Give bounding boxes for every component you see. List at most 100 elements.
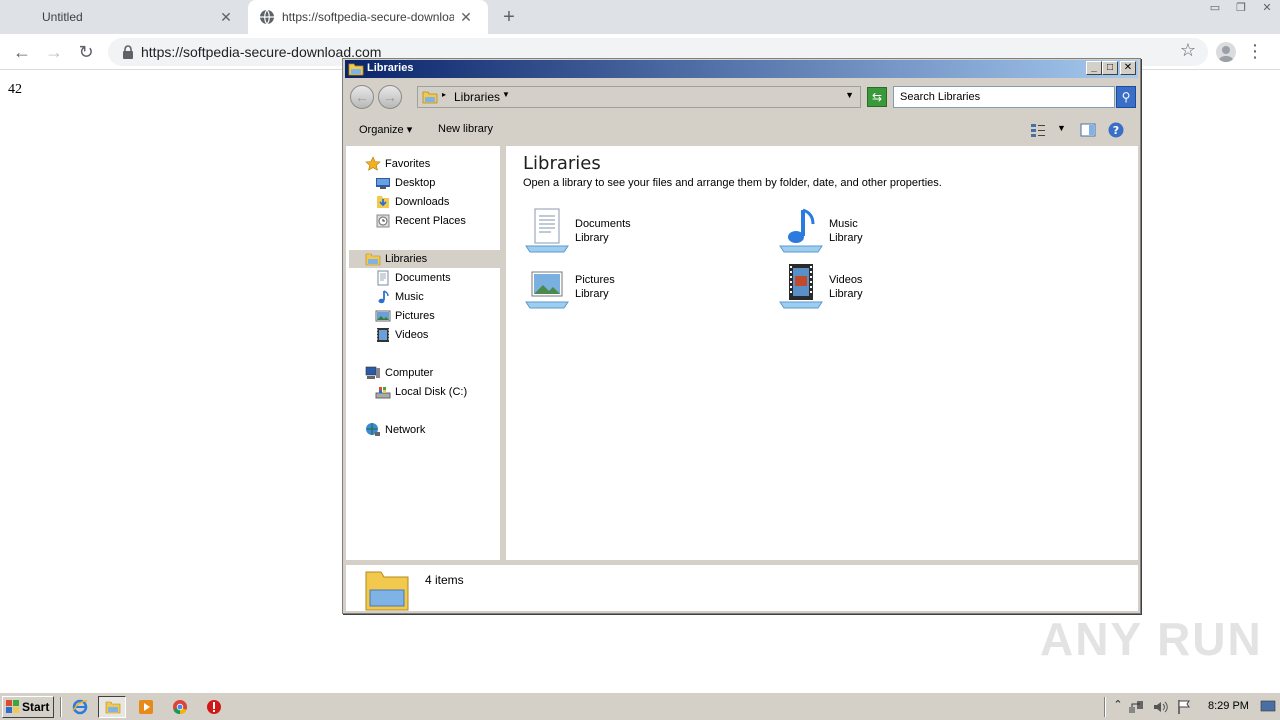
explorer-back-button[interactable]: ←	[350, 85, 374, 109]
nav-pictures[interactable]: Pictures	[375, 307, 435, 325]
library-item-videos[interactable]: Videos Library	[777, 262, 977, 312]
nav-libraries[interactable]: Libraries	[349, 250, 503, 268]
taskbar-ie-button[interactable]	[66, 696, 94, 718]
videos-library-icon	[779, 264, 823, 309]
menu-icon[interactable]: ⋮	[1246, 41, 1264, 61]
details-pane: 4 items	[346, 562, 1138, 611]
local-disk-icon	[375, 387, 391, 399]
breadcrumb-arrow-icon[interactable]: ▸	[442, 90, 446, 99]
nav-label: Local Disk (C:)	[395, 386, 468, 398]
chrome-icon	[173, 700, 187, 715]
item-count: 4 items	[425, 573, 464, 587]
organize-button[interactable]: Organize ▾	[359, 123, 412, 136]
start-button[interactable]: Start	[2, 696, 54, 718]
computer-icon	[365, 366, 380, 379]
close-icon[interactable]: ✕	[458, 9, 474, 25]
nav-network[interactable]: Network	[365, 421, 425, 439]
restore-button[interactable]: ❐	[1228, 0, 1254, 18]
library-item-documents[interactable]: Documents Library	[523, 206, 723, 256]
libraries-icon	[422, 91, 438, 104]
taskbar-divider	[60, 697, 62, 717]
tab-softpedia[interactable]: https://softpedia-secure-download.c ✕	[248, 0, 488, 34]
tab-untitled[interactable]: Untitled ✕	[0, 0, 248, 34]
content-pane: Libraries Open a library to see your fil…	[506, 146, 1138, 560]
search-placeholder: Search Libraries	[900, 91, 981, 103]
breadcrumb-dropdown-icon[interactable]: ▼	[502, 90, 510, 99]
nav-local-disk[interactable]: Local Disk (C:)	[375, 383, 467, 401]
library-name: Documents	[575, 218, 631, 230]
breadcrumb-libraries[interactable]: Libraries	[454, 90, 500, 104]
library-name: Videos	[829, 274, 863, 286]
pictures-icon	[375, 310, 391, 322]
system-clock[interactable]: 8:29 PM	[1208, 700, 1249, 712]
window-title: Libraries	[367, 62, 414, 74]
help-icon[interactable]: ?	[1107, 121, 1125, 139]
content-description: Open a library to see your files and arr…	[523, 177, 942, 189]
library-name: Pictures	[575, 274, 615, 286]
nav-documents[interactable]: Documents	[375, 269, 451, 287]
explorer-address-bar[interactable]: ▸ Libraries ▼ ▼	[417, 86, 861, 108]
nav-label: Libraries	[385, 253, 428, 265]
navigation-pane: Favorites Desktop Downloads Recent Place…	[346, 146, 503, 560]
nav-label: Computer	[385, 367, 434, 379]
address-history-dropdown-icon[interactable]: ▼	[845, 90, 854, 100]
volume-icon[interactable]	[1152, 699, 1168, 715]
music-icon	[378, 290, 389, 304]
back-button[interactable]: ←	[10, 40, 34, 64]
action-center-flag-icon[interactable]	[1176, 699, 1192, 715]
taskbar-media-player-button[interactable]	[132, 696, 160, 718]
nav-music[interactable]: Music	[375, 288, 424, 306]
view-dropdown-icon[interactable]: ▼	[1057, 123, 1066, 133]
nav-downloads[interactable]: Downloads	[375, 193, 449, 211]
library-item-pictures[interactable]: Pictures Library	[523, 262, 723, 312]
explorer-forward-button[interactable]: →	[378, 85, 402, 109]
nav-recent-places[interactable]: Recent Places	[375, 212, 466, 230]
show-desktop-icon[interactable]	[1260, 698, 1276, 714]
nav-label: Pictures	[395, 310, 435, 322]
bookmark-star-icon[interactable]: ☆	[1180, 40, 1196, 61]
taskbar-chrome-button[interactable]	[166, 696, 194, 718]
forward-button[interactable]: →	[42, 40, 66, 64]
view-options-icon[interactable]	[1029, 121, 1047, 139]
preview-pane-icon[interactable]	[1079, 121, 1097, 139]
media-player-icon	[139, 700, 153, 714]
nav-label: Downloads	[395, 196, 450, 208]
library-item-music[interactable]: Music Library	[777, 206, 977, 256]
refresh-button[interactable]: ⇆	[867, 87, 887, 107]
nav-computer[interactable]: Computer	[365, 364, 433, 382]
search-icon[interactable]: ⚲	[1116, 86, 1136, 108]
minimize-button[interactable]: ▭	[1202, 0, 1228, 18]
libraries-icon	[365, 253, 381, 266]
library-name: Music	[829, 218, 858, 230]
close-icon[interactable]: ✕	[218, 9, 234, 25]
tray-expand-icon[interactable]: ⌃	[1110, 698, 1126, 714]
explorer-minimize-button[interactable]: _	[1086, 61, 1102, 75]
explorer-titlebar[interactable]: Libraries _ □ ✕	[345, 60, 1138, 78]
close-window-button[interactable]: ✕	[1254, 0, 1280, 18]
nav-desktop[interactable]: Desktop	[375, 174, 435, 192]
taskbar: Start ⌃ 8:29 PM	[0, 692, 1280, 720]
explorer-close-button[interactable]: ✕	[1120, 61, 1136, 75]
profile-avatar[interactable]	[1216, 42, 1236, 62]
network-status-icon[interactable]	[1128, 699, 1144, 715]
library-type: Library	[829, 232, 863, 244]
pictures-library-icon	[525, 271, 569, 309]
organize-label: Organize	[359, 124, 404, 136]
stop-alert-icon	[207, 700, 221, 714]
person-icon	[1218, 46, 1234, 62]
taskbar-alert-button[interactable]	[200, 696, 228, 718]
nav-favorites[interactable]: Favorites	[365, 155, 430, 173]
new-library-button[interactable]: New library	[438, 123, 493, 135]
new-tab-button[interactable]: +	[498, 6, 520, 28]
library-type: Library	[575, 288, 609, 300]
search-input[interactable]: Search Libraries	[893, 86, 1115, 108]
explorer-maximize-button[interactable]: □	[1102, 61, 1118, 75]
taskbar-explorer-button[interactable]	[98, 696, 126, 718]
content-heading: Libraries	[523, 153, 601, 174]
svg-text:?: ?	[1113, 124, 1119, 137]
nav-videos[interactable]: Videos	[375, 326, 428, 344]
start-label: Start	[22, 700, 50, 714]
music-library-icon	[779, 208, 823, 253]
reload-button[interactable]: ↻	[74, 40, 98, 64]
network-icon	[366, 423, 380, 436]
